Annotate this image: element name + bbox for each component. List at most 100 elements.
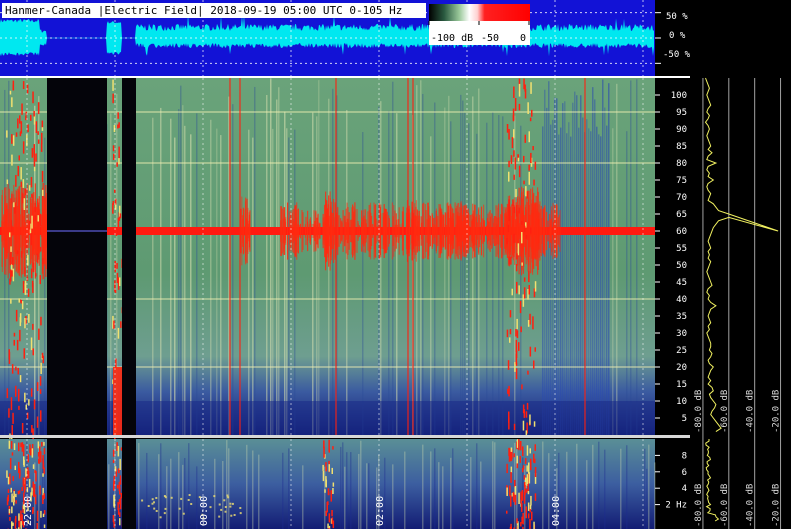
zoom-hot-speckle-3 — [331, 510, 333, 517]
hot-speckle-0 — [23, 348, 25, 359]
zoom-streak — [430, 451, 432, 529]
burst-mark — [328, 195, 330, 267]
burst-mark — [367, 211, 369, 251]
burst-mark — [474, 204, 476, 258]
zoom-yellow-dot — [224, 510, 227, 513]
hot-speckle-0 — [32, 348, 34, 356]
burst-mark — [374, 210, 376, 252]
zoom-yellow-dot — [239, 512, 242, 515]
hot-speckle-2 — [114, 261, 116, 273]
hot-speckle-0 — [18, 405, 20, 410]
zoom-streak — [228, 448, 230, 529]
spectrogram-streak — [190, 134, 192, 436]
zoom-hot-speckle-0 — [11, 506, 13, 514]
spec-ytick-label-95: 95 — [676, 108, 687, 118]
data-gap-0 — [47, 78, 107, 435]
zoom-hot-speckle-2 — [513, 453, 515, 458]
zoom-hot-speckle-2 — [509, 485, 511, 497]
spectrogram-streak — [636, 79, 638, 435]
zoom-data-gap-0 — [47, 439, 107, 529]
zoom-streak — [450, 457, 452, 529]
hot-speckle-1 — [533, 360, 535, 369]
hot-speckle-1 — [508, 385, 510, 397]
zoom-hot-speckle-2 — [517, 522, 519, 529]
zoom-streak — [170, 458, 172, 529]
spectrogram-streak — [568, 122, 570, 435]
zoom-hot-speckle-0 — [42, 473, 44, 477]
hot-speckle-1 — [513, 233, 515, 244]
hot-speckle-1 — [529, 313, 531, 325]
hot-speckle-0 — [41, 132, 43, 145]
zoom-streak — [494, 442, 496, 529]
spec-ytick-label-15: 15 — [676, 380, 687, 390]
zoom-streak — [226, 440, 228, 529]
spectrogram-streak — [478, 88, 480, 436]
zoom-streak — [492, 441, 494, 529]
hot-speckle-2 — [116, 262, 118, 269]
zoom-streak — [342, 442, 344, 529]
spectrogram-streak — [232, 104, 234, 436]
hot-speckle-1 — [519, 301, 522, 314]
zoom-hot-speckle-2 — [516, 518, 518, 524]
burst-mark — [332, 225, 334, 237]
zoom-hot-speckle-0 — [42, 459, 44, 469]
zoom-hot-speckle-2 — [520, 441, 522, 451]
chart-title: Hanmer-Canada |Electric Field| 2018-09-1… — [5, 4, 402, 17]
spectrum-xtick-1-zoom: -60.0 dB — [720, 484, 730, 527]
spectrogram-streak — [612, 128, 614, 435]
hot-speckle-1 — [528, 164, 530, 171]
burst-mark — [528, 226, 530, 236]
zoom-yellow-dot — [227, 496, 230, 499]
zoom-streak — [598, 441, 600, 529]
hot-speckle-0 — [28, 220, 31, 230]
zoom-yellow-dot — [187, 499, 190, 501]
hot-speckle-0 — [41, 170, 44, 183]
hot-speckle-2 — [117, 112, 119, 119]
zoom-yellow-dot — [231, 502, 234, 505]
spec-ytick-label-80: 80 — [676, 159, 687, 169]
zoom-streak — [324, 466, 326, 529]
hot-speckle-0 — [20, 251, 23, 258]
spectrum-xtick-0: -80.0 dB — [694, 390, 704, 433]
hot-speckle-0 — [24, 318, 26, 329]
hot-speckle-1 — [528, 171, 530, 185]
hot-speckle-2 — [113, 153, 115, 161]
zoom-yellow-dot — [188, 494, 191, 496]
burst-mark — [477, 222, 479, 240]
burst-mark — [449, 204, 451, 258]
burst-mark — [442, 214, 445, 248]
burst-mark — [447, 202, 449, 260]
zoom-hot-speckle-2 — [520, 491, 522, 504]
zoom-hot-speckle-0 — [36, 510, 39, 522]
spectrogram-streak — [560, 127, 562, 435]
burst-mark — [396, 224, 398, 238]
hot-speckle-0 — [30, 233, 32, 246]
hot-speckle-0 — [37, 139, 40, 144]
burst-mark — [356, 209, 358, 253]
burst-mark — [423, 202, 425, 260]
hot-speckle-0 — [25, 115, 27, 121]
hot-speckle-1 — [521, 262, 523, 266]
hot-speckle-1 — [533, 421, 536, 427]
zoom-streak — [246, 444, 248, 529]
zoom-hot-speckle-0 — [22, 444, 25, 456]
burst-mark — [299, 223, 301, 239]
spectrogram-data-gap — [47, 78, 136, 435]
hot-speckle-0 — [33, 399, 36, 410]
zoom-streak — [138, 443, 140, 529]
hot-speckle-2 — [118, 122, 120, 128]
burst-mark — [1, 223, 3, 239]
zoom-hot-speckle-0 — [27, 470, 30, 479]
zoom-streak — [576, 443, 578, 529]
hot-speckle-1 — [509, 337, 511, 343]
burst-mark — [513, 208, 516, 254]
spectrogram-streak — [294, 129, 296, 436]
hot-speckle-0 — [15, 385, 17, 397]
spec-ytick-label-45: 45 — [676, 278, 687, 288]
zoom-hot-speckle-3 — [331, 467, 333, 474]
zoom-yellow-dot — [170, 496, 173, 499]
burst-mark — [40, 225, 42, 237]
hot-speckle-1 — [518, 83, 521, 97]
zoom-hot-speckle-3 — [322, 471, 325, 482]
zoom-hot-speckle-2 — [510, 472, 512, 483]
